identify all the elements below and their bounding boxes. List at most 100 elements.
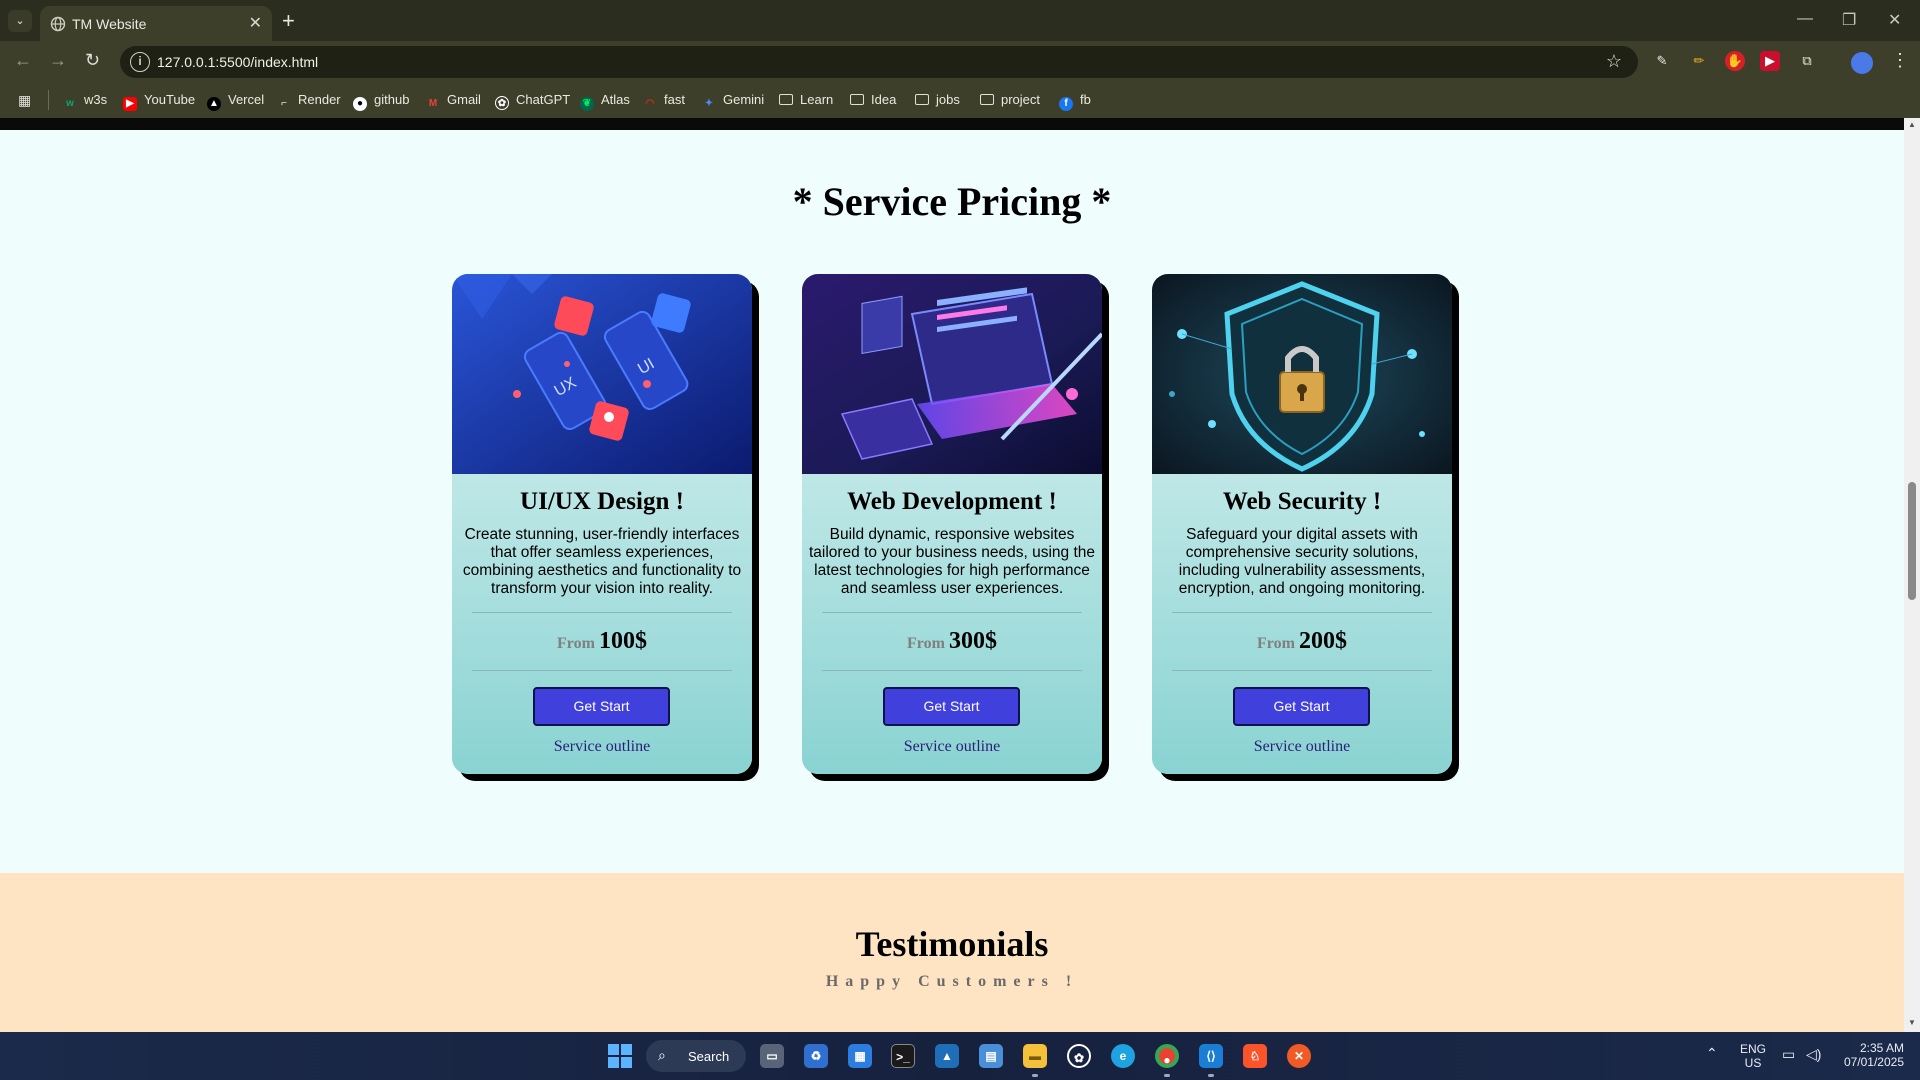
render-icon: ⌐	[281, 98, 287, 109]
clock[interactable]: 2:35 AM 07/01/2025	[1838, 1041, 1904, 1069]
divider	[1172, 612, 1432, 613]
tab-search-button[interactable]: ⌄	[8, 10, 32, 32]
xampp-icon[interactable]: ✕	[1287, 1044, 1311, 1068]
pdf-extension-icon[interactable]: ▶	[1760, 51, 1780, 71]
bookmark-render[interactable]: ⌐ Render	[277, 92, 341, 110]
page-scrollbar[interactable]: ▲ ▼	[1904, 118, 1920, 1032]
volume-icon[interactable]: ◁)	[1806, 1046, 1821, 1063]
back-arrow-icon[interactable]: ←	[14, 50, 32, 71]
running-indicator	[1032, 1074, 1038, 1077]
testimonials-title: Testimonials	[855, 924, 1049, 964]
price-row: From 100$	[452, 628, 752, 655]
search-icon: ⌕	[658, 1047, 666, 1063]
bookmark-w3s[interactable]: w w3s	[63, 92, 107, 110]
close-tab-icon[interactable]: ✕	[249, 13, 262, 33]
bookmark-vercel[interactable]: ▲ Vercel	[207, 92, 264, 111]
running-indicator	[1208, 1074, 1214, 1077]
price-row: From 200$	[1152, 628, 1452, 655]
edge-browser-icon[interactable]: e	[1111, 1044, 1135, 1068]
file-explorer-icon[interactable]: ▬	[1023, 1044, 1047, 1068]
bookmark-folder-jobs[interactable]: jobs	[915, 92, 960, 110]
divider	[472, 612, 732, 613]
card-title: Web Development !	[847, 488, 1057, 515]
bookmark-github[interactable]: ● github	[353, 92, 409, 111]
facebook-icon: f	[1059, 97, 1073, 111]
eyedropper-extension-icon[interactable]: ✎	[1652, 51, 1672, 71]
windows-start-icon[interactable]	[608, 1044, 632, 1068]
page-viewport: * Service Pricing * UX UI UI/UX Design !…	[0, 130, 1904, 1032]
extensions-puzzle-icon[interactable]: ⧉	[1797, 51, 1817, 71]
forward-arrow-icon[interactable]: →	[49, 50, 67, 71]
url-text[interactable]: 127.0.0.1:5500/index.html	[157, 54, 318, 70]
card-description: Safeguard your digital assets with compr…	[1178, 526, 1426, 597]
network-icon[interactable]: ▭	[1782, 1046, 1795, 1063]
bookmark-folder-project[interactable]: project	[980, 92, 1040, 110]
running-indicator	[1164, 1074, 1170, 1077]
folder-icon	[980, 94, 994, 105]
bookmark-youtube[interactable]: ▶ YouTube	[123, 92, 195, 111]
browser-tab[interactable]: TM Website ✕	[40, 6, 272, 41]
get-start-button[interactable]: Get Start	[533, 687, 670, 726]
page-top-edge	[0, 118, 1920, 130]
folder-icon	[915, 94, 929, 105]
restore-window-icon[interactable]: ❐	[1842, 10, 1856, 30]
vscode-icon[interactable]: ⟨⟩	[1199, 1044, 1223, 1068]
web-development-illustration	[802, 274, 1102, 474]
photos-icon[interactable]: ▲	[935, 1044, 959, 1068]
web-security-illustration	[1152, 274, 1452, 474]
bookmark-folder-learn[interactable]: Learn	[779, 92, 833, 110]
new-tab-button[interactable]: +	[282, 8, 295, 34]
bookmark-fb[interactable]: f fb	[1059, 92, 1091, 111]
chrome-browser-icon[interactable]: ●	[1155, 1044, 1179, 1068]
apps-grid-icon[interactable]: ▦	[18, 92, 34, 108]
scroll-down-arrow-icon[interactable]: ▼	[1908, 1018, 1916, 1027]
price-row: From 300$	[802, 628, 1102, 655]
pricing-card-web-development: Web Development ! Build dynamic, respons…	[802, 274, 1102, 774]
bookmark-gmail[interactable]: M Gmail	[426, 92, 481, 110]
brave-browser-icon[interactable]: ♘	[1243, 1044, 1267, 1068]
close-window-icon[interactable]: ✕	[1888, 10, 1901, 30]
bookmark-gemini[interactable]: ✦ Gemini	[702, 92, 764, 110]
recycle-bin-icon[interactable]: ♻	[804, 1044, 828, 1068]
bookmark-chatgpt[interactable]: ✿ ChatGPT	[495, 92, 570, 110]
divider	[822, 670, 1082, 671]
price-value: 200$	[1298, 628, 1347, 654]
tray-overflow-icon[interactable]: ⌃	[1706, 1045, 1718, 1062]
taskbar-search[interactable]: ⌕ Search	[646, 1040, 746, 1072]
scrollbar-thumb[interactable]	[1908, 482, 1916, 600]
language-indicator[interactable]: ENG US	[1740, 1042, 1766, 1070]
profile-avatar[interactable]	[1851, 52, 1873, 74]
divider	[472, 670, 732, 671]
browser-menu-icon[interactable]: ⋮	[1891, 50, 1909, 71]
bookmark-fast[interactable]: ◠ fast	[643, 92, 685, 110]
windows-taskbar: ⌕ Search ▭ ♻ ▦ >_ ▲ ▤ ▬ ✿ e ● ⟨⟩ ♘ ✕ ⌃ E…	[0, 1032, 1920, 1080]
github-icon: ●	[353, 97, 367, 111]
youtube-icon: ▶	[123, 97, 137, 111]
service-outline-link[interactable]: Service outline	[1152, 738, 1452, 756]
card-title: UI/UX Design !	[520, 488, 684, 515]
address-bar[interactable]: i 127.0.0.1:5500/index.html ☆	[120, 46, 1638, 78]
scroll-up-arrow-icon[interactable]: ▲	[1908, 120, 1916, 129]
microsoft-store-icon[interactable]: ▦	[848, 1044, 872, 1068]
price-prefix: From	[557, 635, 595, 652]
bookmark-folder-idea[interactable]: Idea	[850, 92, 896, 110]
folder-icon	[779, 94, 793, 105]
terminal-icon[interactable]: >_	[891, 1044, 915, 1068]
bookmark-star-icon[interactable]: ☆	[1606, 51, 1622, 72]
folder-icon	[850, 94, 864, 105]
chatgpt-app-icon[interactable]: ✿	[1067, 1044, 1091, 1068]
chatgpt-icon: ✿	[495, 96, 509, 110]
bookmark-atlas[interactable]: ❦ Atlas	[580, 92, 630, 111]
minimize-window-icon[interactable]: —	[1797, 10, 1813, 28]
service-outline-link[interactable]: Service outline	[452, 738, 752, 756]
gemini-icon: ✦	[704, 98, 714, 109]
site-info-icon[interactable]: i	[130, 52, 150, 72]
highlighter-extension-icon[interactable]: ✏	[1689, 51, 1709, 71]
reload-icon[interactable]: ↻	[85, 50, 100, 71]
adblock-extension-icon[interactable]: ✋	[1725, 51, 1745, 71]
get-start-button[interactable]: Get Start	[1233, 687, 1370, 726]
task-view-icon[interactable]: ▭	[760, 1044, 784, 1068]
get-start-button[interactable]: Get Start	[883, 687, 1020, 726]
control-panel-icon[interactable]: ▤	[979, 1044, 1003, 1068]
service-outline-link[interactable]: Service outline	[802, 738, 1102, 756]
